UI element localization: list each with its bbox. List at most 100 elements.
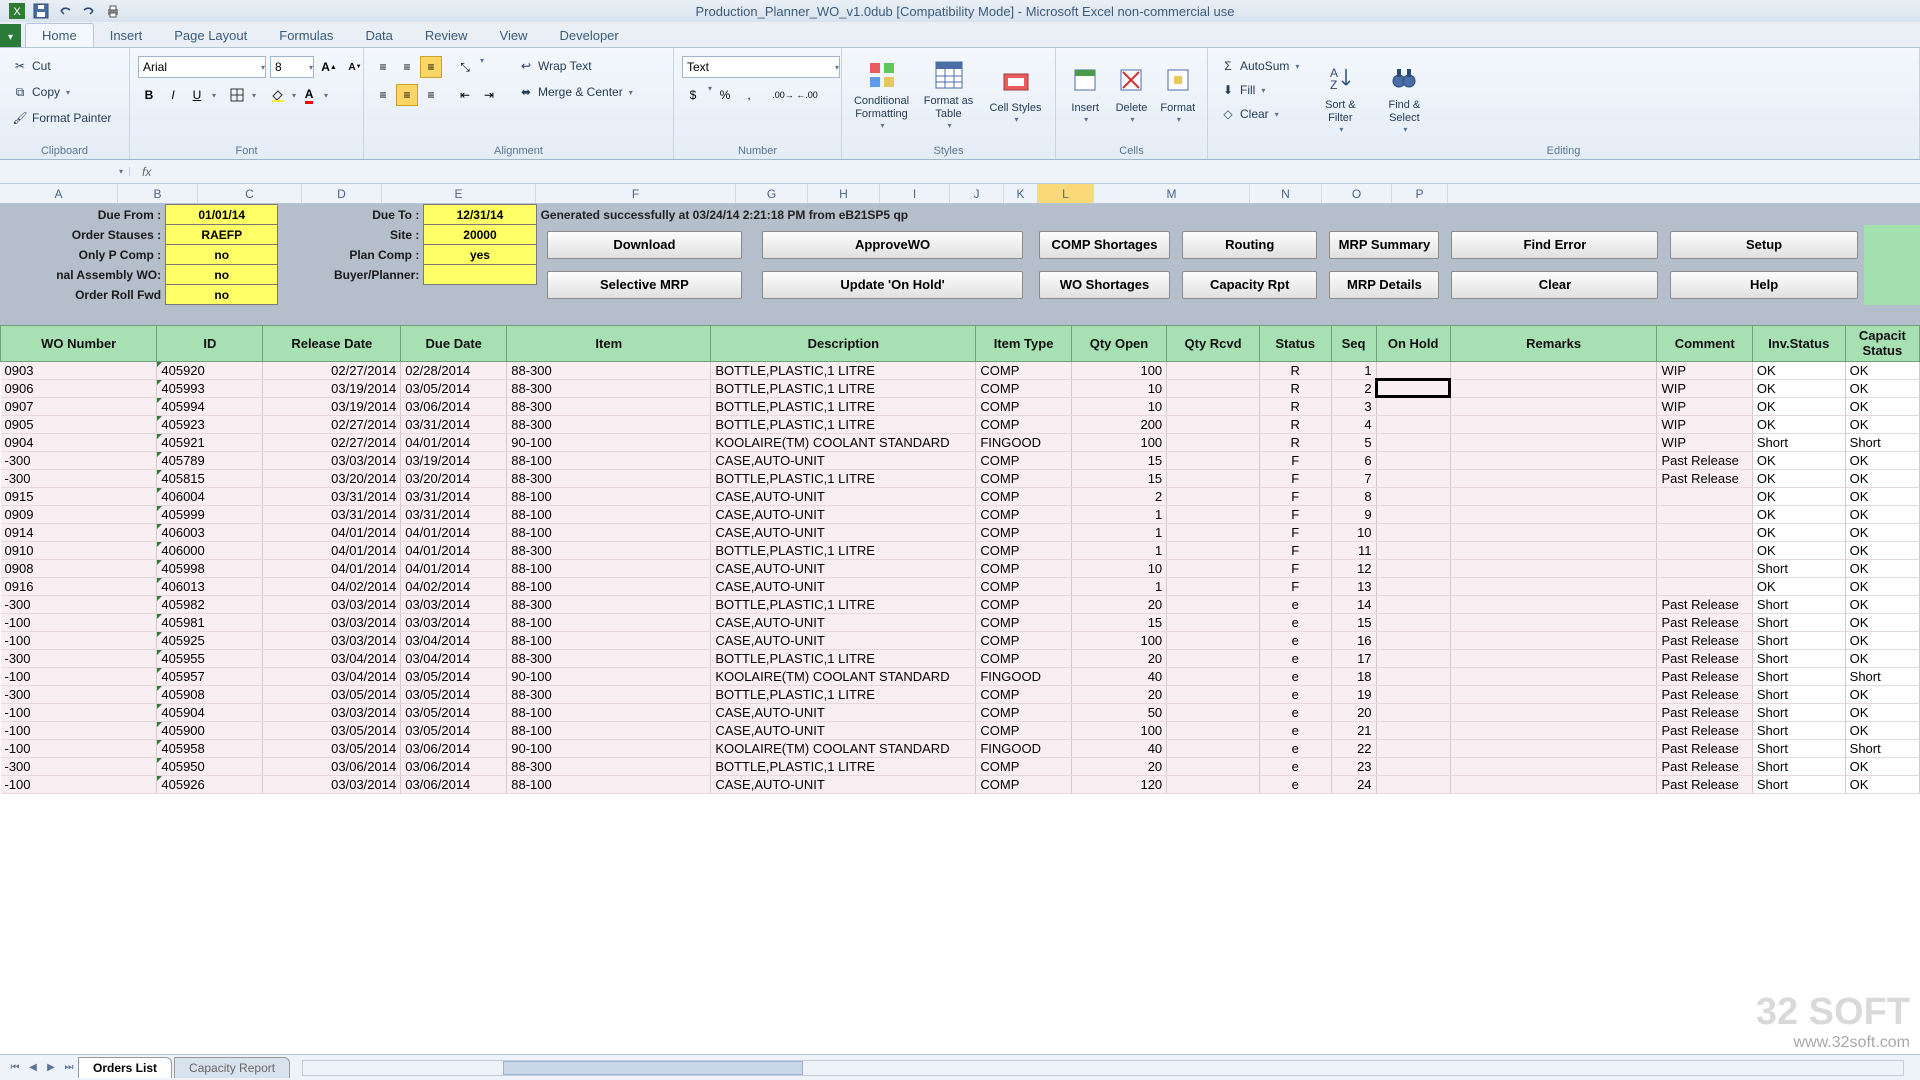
cell-rel[interactable]: 04/01/2014: [263, 559, 401, 577]
cell-qr[interactable]: [1167, 775, 1260, 793]
cell-wo[interactable]: 0909: [1, 505, 157, 523]
cell-inv[interactable]: OK: [1752, 523, 1845, 541]
cell-id[interactable]: 406003: [157, 523, 263, 541]
tab-pagelayout[interactable]: Page Layout: [158, 24, 263, 47]
cell-qo[interactable]: 2: [1071, 487, 1166, 505]
tab-data[interactable]: Data: [349, 24, 408, 47]
cell-cap[interactable]: OK: [1845, 685, 1919, 703]
cell-inv[interactable]: OK: [1752, 541, 1845, 559]
cell-wo[interactable]: -100: [1, 703, 157, 721]
cell-type[interactable]: COMP: [976, 559, 1071, 577]
cell-inv[interactable]: Short: [1752, 775, 1845, 793]
cell-st[interactable]: e: [1259, 757, 1331, 775]
table-row[interactable]: -30040590803/05/201403/05/201488-300BOTT…: [1, 685, 1920, 703]
table-row[interactable]: 090840599804/01/201404/01/201488-100CASE…: [1, 559, 1920, 577]
cell-rem[interactable]: [1450, 469, 1657, 487]
cell-due[interactable]: 03/31/2014: [401, 505, 507, 523]
cell-id[interactable]: 405926: [157, 775, 263, 793]
cell-wo[interactable]: -100: [1, 721, 157, 739]
cell-item[interactable]: 88-100: [507, 487, 711, 505]
cell-type[interactable]: COMP: [976, 703, 1071, 721]
cell-inv[interactable]: Short: [1752, 667, 1845, 685]
cell-type[interactable]: COMP: [976, 685, 1071, 703]
cell-wo[interactable]: 0908: [1, 559, 157, 577]
cell-styles-button[interactable]: Cell Styles▾: [984, 52, 1047, 138]
cell-id[interactable]: 406004: [157, 487, 263, 505]
cell-qo[interactable]: 15: [1071, 613, 1166, 631]
cell-com[interactable]: WIP: [1657, 433, 1752, 451]
number-format-box[interactable]: ▾: [682, 56, 840, 78]
cell-desc[interactable]: CASE,AUTO-UNIT: [711, 721, 976, 739]
cell-qr[interactable]: [1167, 739, 1260, 757]
cell-com[interactable]: Past Release: [1657, 595, 1752, 613]
help-button[interactable]: Help: [1670, 271, 1857, 299]
cell-rel[interactable]: 03/03/2014: [263, 703, 401, 721]
cell-due[interactable]: 04/01/2014: [401, 559, 507, 577]
cell-type[interactable]: FINGOOD: [976, 667, 1071, 685]
cell-id[interactable]: 405815: [157, 469, 263, 487]
cell-com[interactable]: Past Release: [1657, 775, 1752, 793]
cell-desc[interactable]: CASE,AUTO-UNIT: [711, 631, 976, 649]
cell-rem[interactable]: [1450, 559, 1657, 577]
cell-item[interactable]: 88-300: [507, 415, 711, 433]
cell-seq[interactable]: 5: [1331, 433, 1376, 451]
cell-cap[interactable]: Short: [1845, 667, 1919, 685]
col-wo-number[interactable]: WO Number: [1, 325, 157, 361]
cell-rel[interactable]: 03/31/2014: [263, 487, 401, 505]
cell-oh[interactable]: [1376, 415, 1450, 433]
cell-st[interactable]: R: [1259, 379, 1331, 397]
cell-seq[interactable]: 2: [1331, 379, 1376, 397]
cell-rel[interactable]: 03/03/2014: [263, 613, 401, 631]
horizontal-scrollbar[interactable]: [302, 1060, 1904, 1076]
font-color-button[interactable]: A: [298, 84, 320, 106]
bold-button[interactable]: B: [138, 84, 160, 106]
cell-seq[interactable]: 8: [1331, 487, 1376, 505]
cell-cap[interactable]: OK: [1845, 379, 1919, 397]
font-size-box[interactable]: ▾: [270, 56, 314, 78]
cell-due[interactable]: 03/19/2014: [401, 451, 507, 469]
cell-rel[interactable]: 04/01/2014: [263, 541, 401, 559]
cell-inv[interactable]: Short: [1752, 559, 1845, 577]
cell-seq[interactable]: 20: [1331, 703, 1376, 721]
cell-wo[interactable]: -100: [1, 631, 157, 649]
cell-oh[interactable]: [1376, 739, 1450, 757]
col-header-J[interactable]: J: [950, 184, 1004, 203]
cell-qo[interactable]: 15: [1071, 451, 1166, 469]
col-header-C[interactable]: C: [198, 184, 302, 203]
cell-due[interactable]: 04/01/2014: [401, 433, 507, 451]
cell-desc[interactable]: KOOLAIRE(TM) COOLANT STANDARD: [711, 433, 976, 451]
cell-due[interactable]: 03/03/2014: [401, 595, 507, 613]
cell-cap[interactable]: OK: [1845, 361, 1919, 379]
cell-rel[interactable]: 03/05/2014: [263, 685, 401, 703]
cell-inv[interactable]: OK: [1752, 361, 1845, 379]
cell-desc[interactable]: BOTTLE,PLASTIC,1 LITRE: [711, 595, 976, 613]
cell-com[interactable]: Past Release: [1657, 667, 1752, 685]
align-middle-icon[interactable]: ≡: [396, 56, 418, 78]
cell-seq[interactable]: 3: [1331, 397, 1376, 415]
percent-icon[interactable]: %: [714, 84, 736, 106]
cell-rel[interactable]: 02/27/2014: [263, 415, 401, 433]
cell-cap[interactable]: OK: [1845, 469, 1919, 487]
cell-rel[interactable]: 03/04/2014: [263, 649, 401, 667]
cell-id[interactable]: 405994: [157, 397, 263, 415]
col-header-K[interactable]: K: [1004, 184, 1038, 203]
col-header-F[interactable]: F: [536, 184, 736, 203]
cell-inv[interactable]: Short: [1752, 595, 1845, 613]
col-description[interactable]: Description: [711, 325, 976, 361]
cell-qr[interactable]: [1167, 361, 1260, 379]
cell-rel[interactable]: 03/03/2014: [263, 451, 401, 469]
col-seq[interactable]: Seq: [1331, 325, 1376, 361]
cell-id[interactable]: 405904: [157, 703, 263, 721]
cell-inv[interactable]: Short: [1752, 685, 1845, 703]
cell-com[interactable]: Past Release: [1657, 469, 1752, 487]
wrap-text-button[interactable]: ↩Wrap Text: [514, 56, 637, 76]
cell-wo[interactable]: -100: [1, 613, 157, 631]
cell-st[interactable]: e: [1259, 595, 1331, 613]
table-row[interactable]: 091440600304/01/201404/01/201488-100CASE…: [1, 523, 1920, 541]
cell-oh[interactable]: [1376, 595, 1450, 613]
cell-seq[interactable]: 12: [1331, 559, 1376, 577]
cell-inv[interactable]: OK: [1752, 397, 1845, 415]
cell-cap[interactable]: OK: [1845, 721, 1919, 739]
name-box[interactable]: ▾: [0, 167, 130, 176]
cell-type[interactable]: COMP: [976, 577, 1071, 595]
